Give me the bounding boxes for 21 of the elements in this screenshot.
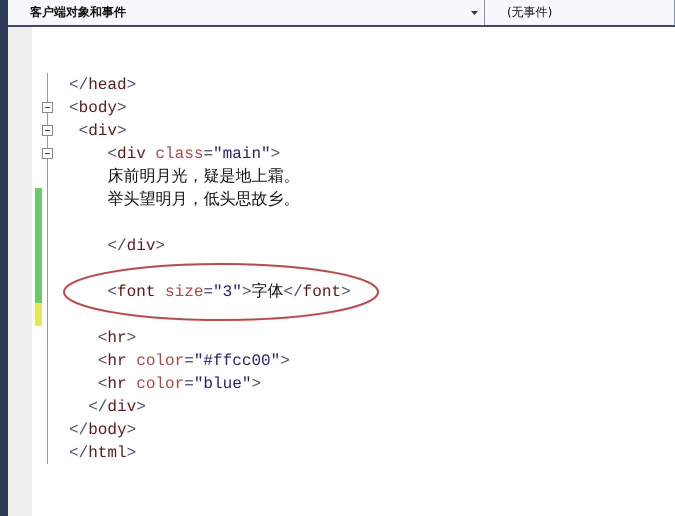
collapse-icon[interactable] [42, 148, 53, 159]
dropdown-value: 客户端对象和事件 [30, 4, 126, 21]
event-dropdown[interactable]: (无事件) [485, 0, 675, 25]
object-dropdown[interactable]: 客户端对象和事件 [8, 0, 485, 25]
code-line: <body> [68, 98, 127, 116]
code-line: </html> [68, 444, 136, 462]
collapse-icon[interactable] [42, 102, 53, 113]
code-line: <font size="3">字体</font> [106, 282, 351, 302]
code-line: 举头望明月，低头思故乡。 [106, 190, 300, 210]
code-line: <div> [78, 122, 127, 140]
caret-icon [471, 10, 478, 14]
code-line: </div> [106, 236, 166, 254]
code-line: <hr> [96, 328, 136, 346]
code-line: <div class="main"> [106, 144, 280, 162]
code-line: </body> [68, 420, 136, 438]
collapse-icon[interactable] [42, 125, 53, 136]
code-line: <hr color="#ffcc00"> [96, 352, 290, 370]
code-line: <hr color="blue"> [96, 374, 262, 392]
code-line: </div> [87, 398, 146, 416]
code-line: </head> [68, 76, 136, 94]
code-line: 床前明月光，疑是地上霜。 [106, 166, 300, 187]
